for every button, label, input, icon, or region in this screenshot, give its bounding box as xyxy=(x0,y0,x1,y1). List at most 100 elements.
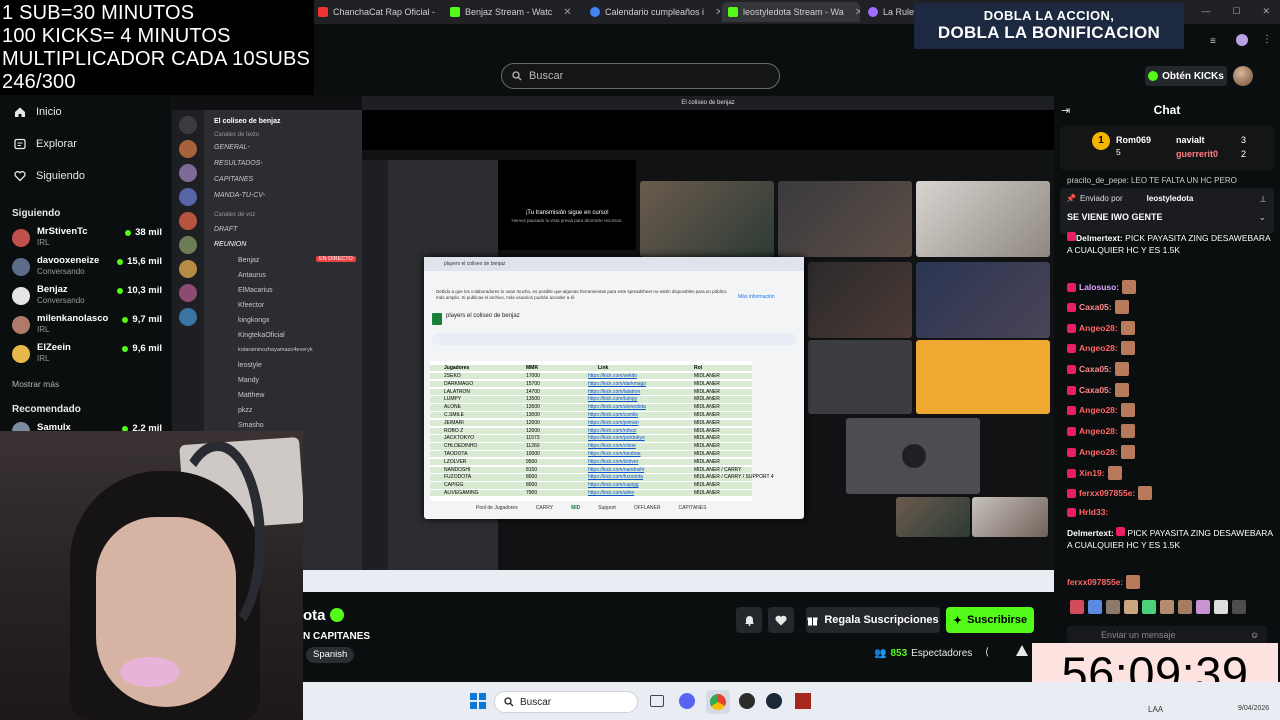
emote-icon xyxy=(1114,362,1129,376)
chat-message: ferxx097855e: xyxy=(1067,486,1275,500)
menu-icon[interactable]: ⋮ xyxy=(1262,34,1272,45)
live-dot-icon xyxy=(117,258,124,265)
live-dot-icon xyxy=(117,287,124,294)
windows-start-icon[interactable] xyxy=(470,693,486,709)
profile-icon[interactable] xyxy=(1236,34,1248,46)
maximize-icon[interactable]: ☐ xyxy=(1232,6,1240,18)
minimize-icon[interactable]: — xyxy=(1201,6,1210,18)
chat-message: Delmertext: PICK PAYASITA ZING DESAWEBAR… xyxy=(1067,232,1271,255)
kick-icon xyxy=(728,7,738,17)
emote-icon[interactable] xyxy=(1070,600,1084,614)
badge-icon xyxy=(1067,426,1076,436)
emote-icon[interactable] xyxy=(1232,600,1246,614)
emote-icon xyxy=(1138,486,1153,500)
following-item[interactable]: ElZeein IRL 9,6 mil xyxy=(12,342,162,368)
nav-inicio[interactable]: Inicio xyxy=(14,106,62,118)
home-icon xyxy=(15,107,25,117)
subscribe-button[interactable]: ✦ Suscribirse xyxy=(946,607,1034,633)
viewer-count: 👥 853 Espectadores xyxy=(874,648,973,659)
emote-icon[interactable] xyxy=(1160,600,1174,614)
stream-bottom-strip xyxy=(303,570,363,592)
emote-icon[interactable] xyxy=(1142,600,1156,614)
nav-explorar[interactable]: Explorar xyxy=(14,138,77,150)
left-sidebar: Inicio Explorar Siguiendo Siguiendo MrSt… xyxy=(0,96,170,436)
user-avatar[interactable] xyxy=(1233,66,1253,86)
emote-icon[interactable] xyxy=(1106,600,1120,614)
stream-title: N CAPITANES xyxy=(303,631,371,642)
channel-info-bar xyxy=(303,592,1053,682)
steam-icon[interactable] xyxy=(766,693,782,709)
chat-title: Chat xyxy=(1153,103,1181,117)
emote-icon xyxy=(1122,280,1137,294)
emote-icon[interactable] xyxy=(1178,600,1192,614)
emote-icon[interactable] xyxy=(1196,600,1210,614)
chat-message: Caxa05: xyxy=(1067,300,1275,314)
badge-icon xyxy=(1067,385,1076,395)
unpin-icon[interactable]: ⟂ xyxy=(1260,194,1266,205)
heart-icon xyxy=(14,171,26,182)
live-dot-icon xyxy=(125,229,132,236)
promo-banner: DOBLA LA ACCION, DOBLA LA BONIFICACION xyxy=(914,3,1184,49)
emote-icon xyxy=(1107,466,1122,480)
show-more-link[interactable]: Mostrar más xyxy=(12,379,59,389)
following-item[interactable]: davooxeneize Conversando 15,6 mil xyxy=(12,255,162,281)
spreadsheet-grid: Jugadores MMR Link Rol 2SEKO 17000 https:/… xyxy=(430,361,774,501)
discord-titlebar: El coliseo de benjaz xyxy=(362,96,1054,110)
following-item[interactable]: Benjaz Conversando 10,3 mil xyxy=(12,284,162,310)
chrome-icon xyxy=(590,7,600,17)
language-indicator[interactable]: LAA xyxy=(1148,705,1163,714)
sheet-row: C.SMILE 13000 https://kick.com/csmile MIDLA… xyxy=(430,412,752,419)
verified-badge-icon xyxy=(330,608,344,622)
close-window-icon[interactable]: ✕ xyxy=(1262,6,1270,18)
notifications-button[interactable] xyxy=(736,607,762,633)
emoji-icon[interactable]: ☺ xyxy=(1250,630,1259,640)
avatar xyxy=(12,316,30,334)
channel-name[interactable]: ota xyxy=(303,607,326,624)
compass-icon xyxy=(14,138,26,150)
chat-message: Hrld33: xyxy=(1067,507,1275,517)
browser-tab[interactable]: Benjaz Stream - Watc ✕ xyxy=(444,2,580,22)
headset xyxy=(170,441,265,641)
follow-button[interactable] xyxy=(768,607,794,633)
emote-icon[interactable] xyxy=(1214,600,1228,614)
get-kicks-button[interactable]: Obtén KICKs xyxy=(1145,66,1227,86)
report-icon[interactable] xyxy=(1016,645,1028,656)
taskbar-search-input[interactable]: Buscar xyxy=(494,691,638,713)
reading-list-icon[interactable]: ≡ xyxy=(1210,36,1216,47)
close-icon[interactable]: ✕ xyxy=(855,7,860,18)
browser-tab[interactable]: La Ruleta xyxy=(862,2,918,22)
following-item[interactable]: milenkanolasco IRL 9,7 mil xyxy=(12,313,162,339)
emote-icon xyxy=(1120,424,1135,438)
following-item[interactable]: MrStivenTc IRL 38 mil xyxy=(12,226,162,252)
pin-icon: 📌 xyxy=(1066,194,1076,203)
nav-siguiendo[interactable]: Siguiendo xyxy=(14,170,85,182)
chat-message: Caxa05: xyxy=(1067,383,1275,397)
badge-icon xyxy=(1067,232,1076,241)
emote-icon[interactable] xyxy=(1124,600,1138,614)
task-view-icon[interactable] xyxy=(650,695,664,707)
discord-icon[interactable] xyxy=(679,693,695,709)
obs-icon[interactable] xyxy=(739,693,755,709)
gift-subs-button[interactable]: Regala Suscripciones xyxy=(806,607,940,633)
close-icon[interactable]: ✕ xyxy=(715,7,720,18)
following-title: Siguiendo xyxy=(12,208,61,219)
chat-input[interactable]: Enviar un mensaje xyxy=(1067,626,1267,644)
chevron-down-icon[interactable]: ⌄ xyxy=(1258,212,1266,223)
browser-tab[interactable]: ChanchaCat Rap Oficial -✕ xyxy=(312,2,442,22)
participant-camera xyxy=(778,181,912,257)
sheet-row: ROBO Z 12000 https://kick.com/roboz MIDLANE… xyxy=(430,427,752,434)
users-icon: 👥 xyxy=(874,648,887,659)
search-input[interactable]: Buscar xyxy=(501,63,780,89)
dota-icon[interactable] xyxy=(795,693,811,709)
share-icon[interactable]: ⟨ xyxy=(985,647,989,658)
browser-tab[interactable]: Calendario cumpleaños i ✕ xyxy=(584,2,720,22)
taskbar-active-app[interactable] xyxy=(706,690,730,714)
language-tag[interactable]: Spanish xyxy=(306,647,355,663)
browser-tab-active[interactable]: leostyledota Stream - Wa ✕ xyxy=(722,2,860,22)
close-icon[interactable]: ✕ xyxy=(563,7,571,18)
sheet-row: LZOLVER 9500 https://kick.com/lzolver MIDLA… xyxy=(430,458,752,466)
sheet-row: DARKMAGO 15700 https://kick.com/darkmago MI… xyxy=(430,380,752,388)
kicks-coin-icon xyxy=(1148,71,1159,81)
star-icon: ✦ xyxy=(952,614,963,627)
emote-icon[interactable] xyxy=(1088,600,1102,614)
